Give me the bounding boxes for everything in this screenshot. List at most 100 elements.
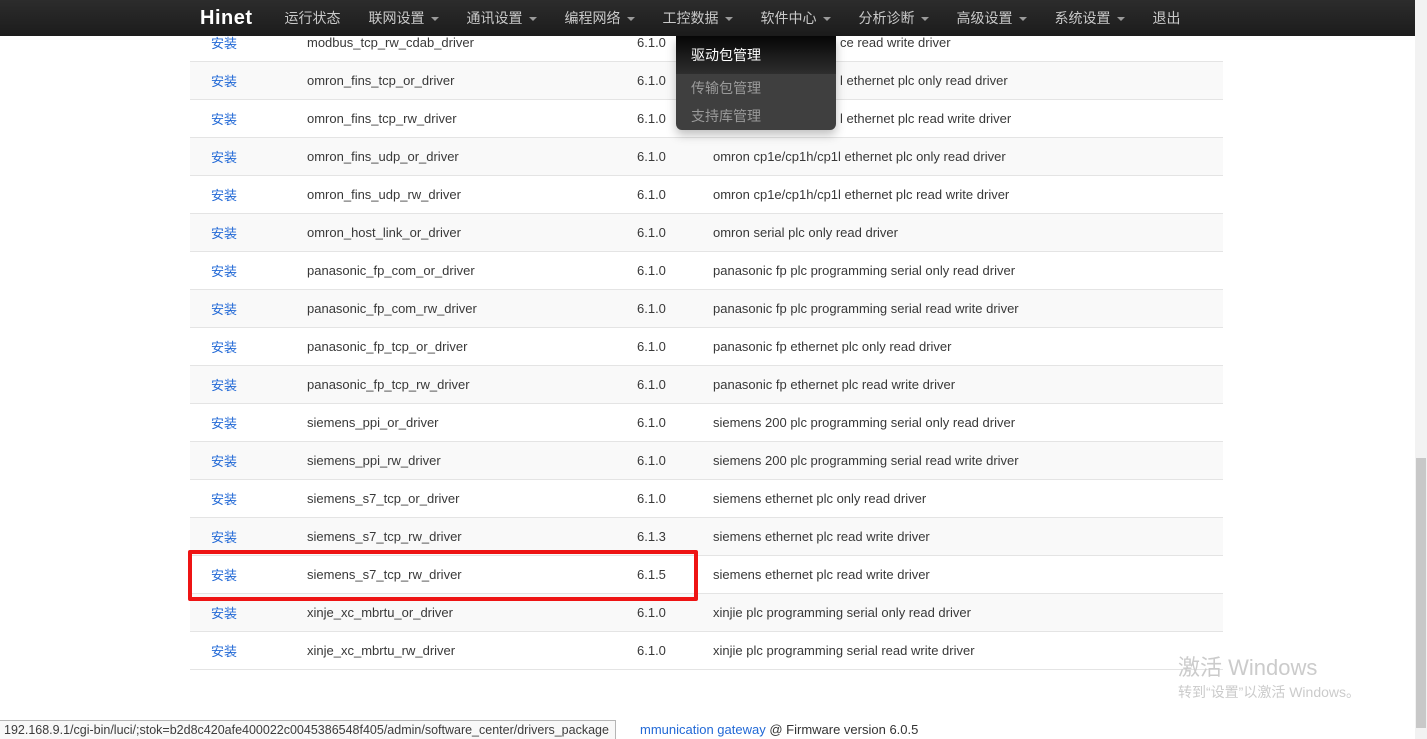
caret-down-icon [627,17,635,21]
driver-name-cell: xinje_xc_mbrtu_rw_driver [307,643,637,658]
install-link[interactable]: 安装 [211,74,237,89]
driver-version-cell: 6.1.0 [637,377,713,392]
driver-name-cell: omron_fins_udp_rw_driver [307,187,637,202]
install-link[interactable]: 安装 [211,264,237,279]
install-link[interactable]: 安装 [211,454,237,469]
driver-name-cell: xinje_xc_mbrtu_or_driver [307,605,637,620]
page-footer: mmunication gateway @ Firmware version 6… [640,722,918,737]
nav-item-comm-setup[interactable]: 通讯设置 [453,0,551,36]
watermark-title: 激活 Windows [1178,655,1360,681]
nav-item-industrial-data[interactable]: 工控数据 [649,0,747,36]
install-link[interactable]: 安装 [211,530,237,545]
install-link[interactable]: 安装 [211,226,237,241]
driver-name-cell: panasonic_fp_tcp_or_driver [307,339,637,354]
nav-item-advanced-settings[interactable]: 高级设置 [943,0,1041,36]
table-row: 安装 panasonic_fp_tcp_or_driver 6.1.0 pana… [190,328,1223,366]
software-center-dropdown-menu: 驱动包管理传输包管理支持库管理 [676,36,836,130]
table-row: 安装 panasonic_fp_com_or_driver 6.1.0 pana… [190,252,1223,290]
driver-version-cell: 6.1.0 [637,339,713,354]
install-link[interactable]: 安装 [211,644,237,659]
driver-version-cell: 6.1.3 [637,529,713,544]
dropdown-item-support-library-management[interactable]: 支持库管理 [676,102,836,130]
driver-version-cell: 6.1.0 [637,491,713,506]
driver-version-cell: 6.1.0 [637,149,713,164]
nav-item-label: 运行状态 [285,8,341,28]
install-link[interactable]: 安装 [211,378,237,393]
driver-name-cell: siemens_s7_tcp_rw_driver [307,529,637,544]
footer-gateway-link[interactable]: mmunication gateway [640,722,766,737]
nav-item-label: 退出 [1153,8,1181,28]
dropdown-item-driver-package-management[interactable]: 驱动包管理 [676,36,836,74]
table-row-highlighted: 安装 siemens_s7_tcp_rw_driver 6.1.5 siemen… [190,556,1223,594]
driver-version-cell: 6.1.0 [637,301,713,316]
caret-down-icon [1019,17,1027,21]
driver-name-cell: siemens_ppi_rw_driver [307,453,637,468]
caret-down-icon [921,17,929,21]
driver-version-cell: 6.1.0 [637,263,713,278]
driver-version-cell: 6.1.0 [637,453,713,468]
nav-item-software-center[interactable]: 软件中心 [747,0,845,36]
scrollbar-thumb[interactable] [1416,458,1426,728]
nav-menu: 运行状态 联网设置 通讯设置 编程网络 工控数据 软件中心 分析诊断高级设置系统设置 退出 [271,0,1195,36]
table-row: 安装 panasonic_fp_com_rw_driver 6.1.0 pana… [190,290,1223,328]
caret-down-icon [725,17,733,21]
driver-version-cell: 6.1.0 [637,605,713,620]
install-link[interactable]: 安装 [211,606,237,621]
driver-name-cell: omron_fins_udp_or_driver [307,149,637,164]
table-row: 安装 omron_fins_udp_or_driver 6.1.0 omron … [190,138,1223,176]
driver-version-cell: 6.1.5 [637,567,713,582]
table-row: 安装 omron_host_link_or_driver 6.1.0 omron… [190,214,1223,252]
driver-version-cell: 6.1.0 [637,187,713,202]
nav-item-label: 编程网络 [565,8,621,28]
driver-name-cell: siemens_ppi_or_driver [307,415,637,430]
driver-description-cell: xinjie plc programming serial read write… [713,643,1223,658]
caret-down-icon [431,17,439,21]
nav-item-label: 工控数据 [663,8,719,28]
caret-down-icon [1117,17,1125,21]
table-row: 安装 xinje_xc_mbrtu_rw_driver 6.1.0 xinjie… [190,632,1223,670]
brand-logo[interactable]: Hinet [200,7,271,30]
status-url-tooltip: 192.168.9.1/cgi-bin/luci/;stok=b2d8c420a… [0,720,616,739]
install-link[interactable]: 安装 [211,492,237,507]
nav-item-programming-network[interactable]: 编程网络 [551,0,649,36]
driver-description-cell: siemens 200 plc programming serial only … [713,415,1223,430]
driver-name-cell: modbus_tcp_rw_cdab_driver [307,35,637,50]
nav-item-network-setup[interactable]: 联网设置 [355,0,453,36]
driver-name-cell: omron_host_link_or_driver [307,225,637,240]
install-link[interactable]: 安装 [211,188,237,203]
driver-description-cell: siemens 200 plc programming serial read … [713,453,1223,468]
driver-description-cell: siemens ethernet plc only read driver [713,491,1223,506]
footer-firmware-text: @ Firmware version 6.0.5 [766,722,919,737]
nav-item-label: 系统设置 [1055,8,1111,28]
table-row: 安装 xinje_xc_mbrtu_or_driver 6.1.0 xinjie… [190,594,1223,632]
nav-item-analysis-diagnosis[interactable]: 分析诊断 [845,0,943,36]
driver-name-cell: siemens_s7_tcp_rw_driver [307,567,637,582]
nav-item-system-settings[interactable]: 系统设置 [1041,0,1139,36]
scrollbar-track[interactable] [1415,0,1427,739]
nav-item-label: 软件中心 [761,8,817,28]
nav-item-run-status[interactable]: 运行状态 [271,0,355,36]
driver-description-cell: siemens ethernet plc read write driver [713,529,1223,544]
driver-name-cell: omron_fins_tcp_or_driver [307,73,637,88]
driver-description-cell: xinjie plc programming serial only read … [713,605,1223,620]
nav-item-logout[interactable]: 退出 [1139,0,1195,36]
driver-name-cell: panasonic_fp_com_or_driver [307,263,637,278]
driver-description-cell: omron cp1e/cp1h/cp1l ethernet plc only r… [713,149,1223,164]
page: 安装 modbus_tcp_rw_cdab_driver 6.1.0 ce re… [0,0,1427,739]
table-row: 安装 siemens_s7_tcp_rw_driver 6.1.3 siemen… [190,518,1223,556]
install-link[interactable]: 安装 [211,416,237,431]
nav-item-label: 联网设置 [369,8,425,28]
driver-name-cell: siemens_s7_tcp_or_driver [307,491,637,506]
driver-name-cell: panasonic_fp_com_rw_driver [307,301,637,316]
install-link[interactable]: 安装 [211,302,237,317]
install-link[interactable]: 安装 [211,36,237,51]
caret-down-icon [823,17,831,21]
nav-item-label: 通讯设置 [467,8,523,28]
install-link[interactable]: 安装 [211,568,237,583]
install-link[interactable]: 安装 [211,150,237,165]
driver-description-cell: siemens ethernet plc read write driver [713,567,1223,582]
dropdown-item-transport-package-management[interactable]: 传输包管理 [676,74,836,102]
watermark-subtitle: 转到“设置”以激活 Windows。 [1178,681,1360,703]
install-link[interactable]: 安装 [211,112,237,127]
install-link[interactable]: 安装 [211,340,237,355]
